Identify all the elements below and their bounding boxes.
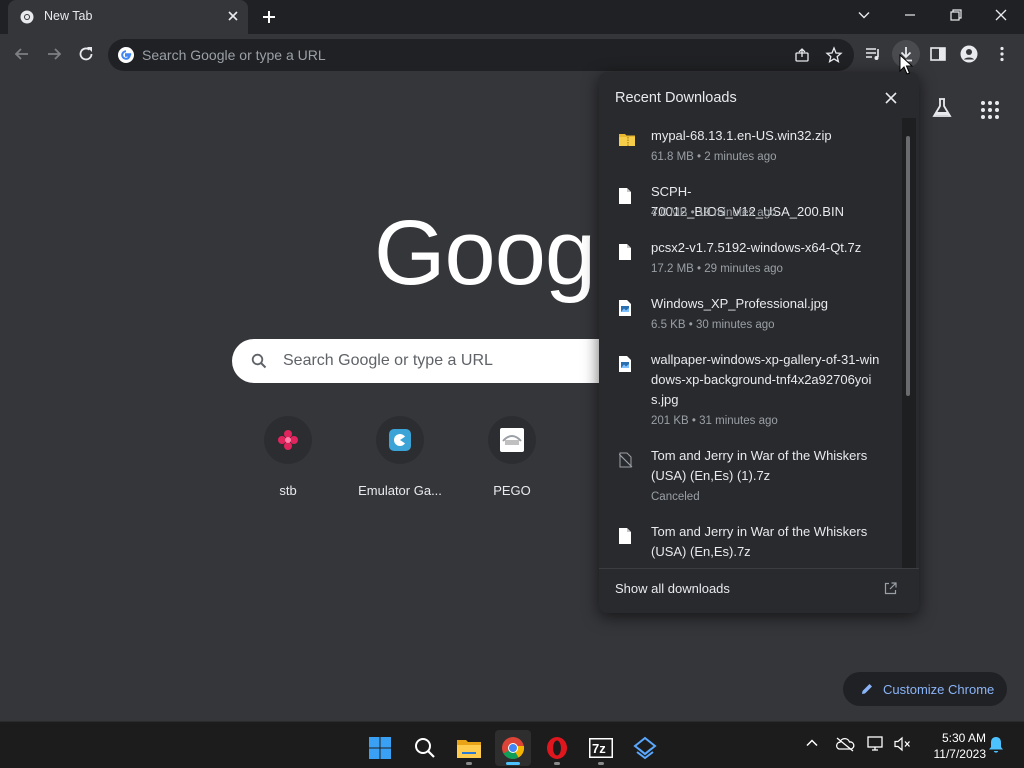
google-logo: Googl	[374, 202, 615, 304]
start-icon	[368, 736, 392, 760]
download-meta: 17.2 MB • 29 minutes ago	[651, 263, 783, 275]
show-hidden-icons-chevron-icon[interactable]	[805, 736, 819, 750]
shortcut-label: stb	[279, 483, 297, 498]
network-icon[interactable]	[867, 736, 885, 752]
opera-icon	[545, 736, 569, 760]
back-icon[interactable]	[13, 45, 31, 63]
taskbar-chrome[interactable]	[495, 730, 531, 766]
close-downloads-icon[interactable]	[884, 91, 898, 105]
tab-search-chevron-icon[interactable]	[857, 8, 871, 22]
7zip-icon: 7z	[589, 738, 613, 758]
taskbar-search[interactable]	[407, 730, 443, 766]
running-indicator	[466, 762, 472, 765]
running-indicator	[554, 762, 560, 765]
taskbar-app[interactable]	[627, 730, 663, 766]
show-all-downloads-row[interactable]: Show all downloads	[599, 568, 919, 613]
chrome-labs-icon[interactable]	[930, 96, 954, 120]
emulator-games-icon	[376, 416, 424, 464]
system-clock[interactable]: 5:30 AM 11/7/2023	[920, 730, 987, 762]
downloads-bubble: Recent Downloads mypal-68.13.1.en-US.win…	[599, 72, 919, 613]
tab-strip: New Tab	[0, 0, 1024, 34]
start-button[interactable]	[362, 730, 398, 766]
clock-time: 5:30 AM	[941, 731, 986, 745]
download-meta: Canceled	[651, 491, 700, 503]
notification-bell-icon[interactable]	[988, 736, 1004, 754]
menu-kebab-icon[interactable]	[993, 45, 1011, 63]
zip-folder-icon	[619, 132, 635, 146]
new-tab-icon[interactable]	[261, 9, 277, 25]
onedrive-offline-icon[interactable]	[835, 736, 855, 752]
stb-icon	[264, 416, 312, 464]
taskbar-opera[interactable]	[539, 730, 575, 766]
search-icon	[251, 353, 267, 369]
close-tab-icon[interactable]	[226, 9, 240, 23]
pencil-icon	[860, 682, 874, 696]
download-meta: 61.8 MB • 2 minutes ago	[651, 151, 777, 163]
restore-icon[interactable]	[949, 8, 963, 22]
profile-avatar-icon[interactable]	[960, 45, 978, 63]
google-g-icon	[118, 47, 134, 63]
forward-icon[interactable]	[45, 45, 63, 63]
volume-muted-icon[interactable]	[894, 736, 912, 752]
download-filename: Tom and Jerry in War of the Whiskers (US…	[651, 524, 868, 559]
open-external-icon	[884, 582, 897, 595]
mouse-cursor-icon	[899, 54, 913, 76]
download-meta: 4.0 MB • 19 minutes ago	[651, 207, 777, 219]
svg-text:7z: 7z	[592, 741, 606, 756]
tab-new-tab[interactable]: New Tab	[8, 0, 248, 34]
shortcut-label: Emulator Ga...	[358, 483, 442, 498]
close-window-icon[interactable]	[994, 8, 1008, 22]
pego-icon	[488, 416, 536, 464]
image-file-icon	[619, 300, 631, 316]
taskbar-file-explorer[interactable]	[451, 730, 487, 766]
download-filename: pcsx2-v1.7.5192-windows-x64-Qt.7z	[651, 240, 862, 255]
shortcut-emulator-games[interactable]: Emulator Ga...	[344, 416, 456, 498]
side-panel-icon[interactable]	[929, 45, 947, 63]
shortcut-stb[interactable]: stb	[232, 416, 344, 498]
omnibox[interactable]: Search Google or type a URL	[108, 39, 854, 71]
download-filename: mypal-68.13.1.en-US.win32.zip	[651, 128, 832, 143]
downloads-list: mypal-68.13.1.en-US.win32.zip 61.8 MB • …	[599, 118, 902, 568]
google-apps-icon[interactable]	[980, 100, 1000, 120]
clock-date: 11/7/2023	[933, 747, 987, 761]
bookmark-star-icon[interactable]	[825, 46, 843, 64]
file-icon	[619, 188, 631, 204]
download-meta: 201 KB • 31 minutes ago	[651, 415, 778, 427]
file-icon	[619, 244, 631, 260]
omnibox-placeholder: Search Google or type a URL	[142, 47, 326, 63]
toolbar: Search Google or type a URL	[0, 34, 1024, 76]
app-icon	[633, 736, 657, 760]
shortcut-pego[interactable]: PEGO	[456, 416, 568, 498]
media-controls-icon[interactable]	[864, 45, 882, 63]
downloads-scrollbar[interactable]	[902, 118, 916, 568]
download-filename: Tom and Jerry in War of the Whiskers (US…	[651, 448, 868, 483]
file-explorer-icon	[456, 737, 482, 759]
taskbar: 7z 5:30 AM 11/7/2023	[0, 721, 1024, 768]
tab-title: New Tab	[44, 9, 93, 23]
ntp-search-placeholder: Search Google or type a URL	[283, 352, 493, 369]
active-indicator	[506, 762, 520, 765]
chrome-favicon-icon	[20, 10, 34, 24]
image-file-icon	[619, 356, 631, 372]
chrome-icon	[501, 736, 525, 760]
scrollbar-thumb[interactable]	[906, 136, 910, 396]
taskbar-7zip[interactable]: 7z	[583, 730, 619, 766]
minimize-icon[interactable]	[903, 8, 917, 22]
search-icon	[414, 737, 436, 759]
shortcut-label: PEGO	[493, 483, 531, 498]
show-all-downloads-link[interactable]: Show all downloads	[615, 581, 730, 596]
share-icon[interactable]	[794, 47, 810, 63]
download-filename: wallpaper-windows-xp-gallery-of-31-windo…	[651, 352, 880, 407]
file-icon	[619, 528, 631, 544]
reload-icon[interactable]	[77, 45, 95, 63]
customize-chrome-button[interactable]: Customize Chrome	[843, 672, 1007, 706]
downloads-title: Recent Downloads	[615, 90, 737, 106]
canceled-file-icon	[619, 452, 633, 468]
running-indicator	[598, 762, 604, 765]
download-meta: 6.5 KB • 30 minutes ago	[651, 319, 775, 331]
download-filename: Windows_XP_Professional.jpg	[651, 296, 829, 311]
customize-chrome-label: Customize Chrome	[883, 682, 995, 697]
